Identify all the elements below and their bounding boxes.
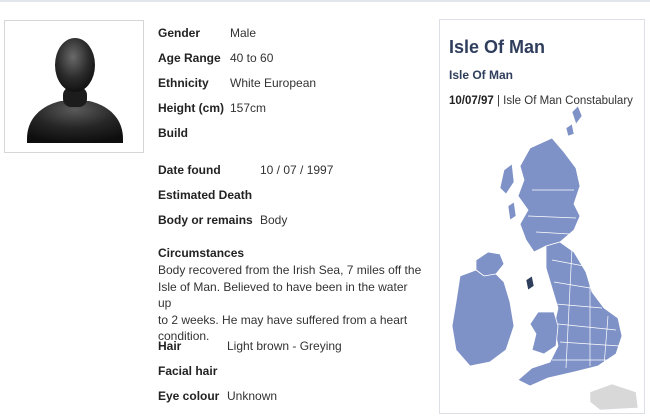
uk-map xyxy=(451,105,639,411)
gender-row: Gender Male xyxy=(158,26,256,40)
map-region-northern-isles xyxy=(565,105,583,137)
top-divider xyxy=(0,0,650,2)
build-row: Build xyxy=(158,126,188,140)
eye-value: Unknown xyxy=(227,389,278,403)
hair-label: Hair xyxy=(158,339,182,353)
map-region-northern-ireland xyxy=(475,251,505,277)
estimated-death-label: Estimated Death xyxy=(158,188,253,202)
age-row: Age Range 40 to 60 xyxy=(158,51,273,65)
map-region-ireland xyxy=(451,269,515,367)
person-photo-placeholder xyxy=(4,20,144,153)
date-found-row: Date found 10 / 07 / 1997 xyxy=(158,163,333,177)
ethnicity-label: Ethnicity xyxy=(158,76,209,90)
date-found-value: 10 / 07 / 1997 xyxy=(260,163,334,177)
body-value: Body xyxy=(260,213,288,227)
circumstances-label: Circumstances xyxy=(158,246,245,260)
ethnicity-value: White European xyxy=(230,76,317,90)
circumstances-line: to 2 weeks. He may have suffered from a … xyxy=(158,312,408,327)
eye-row: Eye colour Unknown xyxy=(158,389,277,403)
hair-value: Light brown - Greying xyxy=(227,339,342,353)
map-region-wales xyxy=(529,311,559,355)
build-label: Build xyxy=(158,126,188,140)
map-region-scotland xyxy=(517,137,581,253)
height-label: Height (cm) xyxy=(158,101,224,115)
age-label: Age Range xyxy=(158,51,221,65)
date-found-label: Date found xyxy=(158,163,221,177)
map-inset-region xyxy=(589,383,639,411)
body-label: Body or remains xyxy=(158,213,253,227)
gender-label: Gender xyxy=(158,26,201,40)
map-region-western-isles xyxy=(499,163,517,221)
circumstances-line: Isle of Man. Believed to have been in th… xyxy=(158,279,408,311)
ethnicity-row: Ethnicity White European xyxy=(158,76,316,90)
map-isle-of-man-marker xyxy=(525,275,535,291)
facial-hair-label: Facial hair xyxy=(158,364,218,378)
facial-hair-row: Facial hair xyxy=(158,364,217,378)
gender-value: Male xyxy=(230,26,257,40)
circumstances-heading-row: Circumstances xyxy=(158,246,244,260)
height-row: Height (cm) 157cm xyxy=(158,101,266,115)
body-row: Body or remains Body xyxy=(158,213,287,227)
person-silhouette-icon xyxy=(27,38,123,143)
circumstances-text: Body recovered from the Irish Sea, 7 mil… xyxy=(158,262,424,345)
age-value: 40 to 60 xyxy=(230,51,274,65)
height-value: 157cm xyxy=(230,101,267,115)
circumstances-line: Body recovered from the Irish Sea, 7 mil… xyxy=(158,263,422,277)
eye-label: Eye colour xyxy=(158,389,220,403)
estimated-death-row: Estimated Death xyxy=(158,188,252,202)
location-card: Isle Of Man Isle Of Man 10/07/97 | Isle … xyxy=(439,19,645,414)
hair-row: Hair Light brown - Greying xyxy=(158,339,342,353)
